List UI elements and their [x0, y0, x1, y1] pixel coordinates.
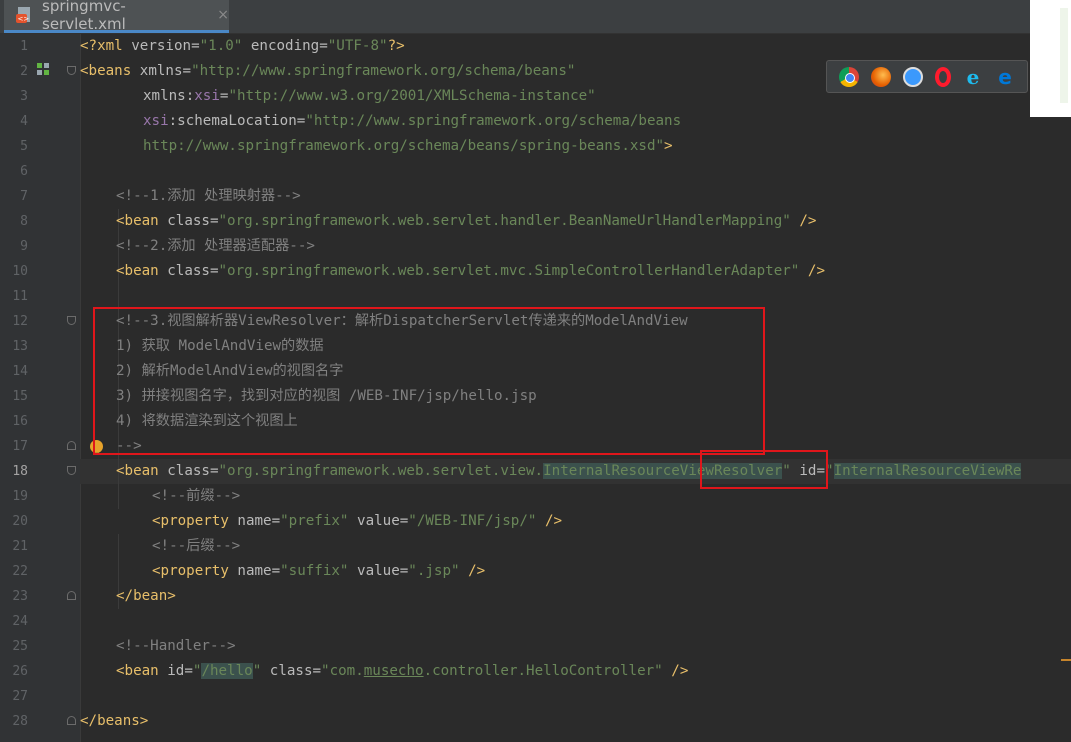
- line-number: 10: [12, 264, 28, 279]
- spring-bean-icon[interactable]: [36, 62, 50, 76]
- line-number: 6: [20, 164, 28, 179]
- line-number: 4: [20, 114, 28, 129]
- code-line-5: http://www.springframework.org/schema/be…: [143, 138, 673, 154]
- line-number: 8: [20, 214, 28, 229]
- code-line-1: <?xml version="1.0" encoding="UTF-8"?>: [80, 38, 405, 54]
- code-line-8: <bean class="org.springframework.web.ser…: [116, 213, 817, 229]
- xml-file-icon: <>: [16, 6, 34, 24]
- code-line-2: <beans xmlns="http://www.springframework…: [80, 63, 576, 79]
- code-line-20: <property name="prefix" value="/WEB-INF/…: [152, 513, 563, 529]
- line-number: 14: [12, 364, 28, 379]
- code-line-4: xsi:schemaLocation="http://www.springfra…: [143, 113, 682, 129]
- safari-icon[interactable]: [903, 66, 923, 87]
- annotation-box-comment: [93, 307, 765, 455]
- line-number: 17: [12, 439, 28, 454]
- code-line-18: <bean class="org.springframework.web.ser…: [116, 463, 1022, 479]
- line-number: 23: [12, 589, 28, 604]
- firefox-icon[interactable]: [871, 66, 891, 87]
- code-line-9: <!--2.添加 处理器适配器-->: [116, 238, 315, 254]
- line-number: 28: [12, 714, 28, 729]
- code-line-10: <bean class="org.springframework.web.ser…: [116, 263, 825, 279]
- annotation-box-viewresolver: [700, 450, 828, 489]
- line-number: 20: [12, 514, 28, 529]
- line-gutter: 1 2 3 4 5 6 7 8 9 10 11 12 13 14 15 16 17 18 19 20 21 22 23 24 2…: [0, 34, 81, 742]
- code-line-23: </bean>: [116, 588, 176, 604]
- line-number: 7: [20, 189, 28, 204]
- fold-toggle-icon[interactable]: [67, 66, 76, 75]
- line-number: 11: [12, 289, 28, 304]
- fold-toggle-icon[interactable]: [67, 591, 76, 600]
- code-line-21: <!--后缀-->: [152, 538, 241, 554]
- close-icon[interactable]: ×: [217, 7, 229, 23]
- line-number: 5: [20, 139, 28, 154]
- fold-toggle-icon[interactable]: [67, 466, 76, 475]
- line-number: 21: [12, 539, 28, 554]
- tab-title: springmvc-servlet.xml: [42, 0, 126, 33]
- line-number: 13: [12, 339, 28, 354]
- line-number: 15: [12, 389, 28, 404]
- svg-text:<>: <>: [18, 15, 30, 23]
- opera-icon[interactable]: [935, 66, 951, 87]
- line-number: 12: [12, 314, 28, 329]
- ie-icon[interactable]: e: [963, 67, 983, 87]
- line-number: 2: [20, 64, 28, 79]
- fold-toggle-icon[interactable]: [67, 316, 76, 325]
- code-line-19: <!--前缀-->: [152, 488, 241, 504]
- line-number: 9: [20, 239, 28, 254]
- fold-toggle-icon[interactable]: [67, 716, 76, 725]
- code-line-7: <!--1.添加 处理映射器-->: [116, 188, 301, 204]
- line-number: 3: [20, 89, 28, 104]
- edge-icon[interactable]: e: [995, 67, 1015, 87]
- line-number: 26: [12, 664, 28, 679]
- code-line-3: xmlns:xsi="http://www.w3.org/2001/XMLSch…: [143, 88, 596, 104]
- line-number: 22: [12, 564, 28, 579]
- fold-toggle-icon[interactable]: [67, 441, 76, 450]
- chrome-icon[interactable]: [839, 66, 859, 87]
- editor-tab-bar: <> springmvc-servlet.xml ×: [0, 0, 1030, 34]
- line-number: 16: [12, 414, 28, 429]
- code-line-22: <property name="suffix" value=".jsp" />: [152, 563, 486, 579]
- error-stripe-marker[interactable]: [1061, 659, 1071, 661]
- code-line-26: <bean id="/hello" class="com.musecho.con…: [116, 663, 689, 679]
- open-in-browser-popup: e e: [826, 60, 1028, 93]
- file-tab[interactable]: <> springmvc-servlet.xml ×: [4, 0, 229, 33]
- line-number: 18: [12, 464, 28, 479]
- line-number: 19: [12, 489, 28, 504]
- line-number: 1: [20, 39, 28, 54]
- code-line-25: <!--Handler-->: [116, 638, 236, 654]
- line-number: 25: [12, 639, 28, 654]
- line-number: 27: [12, 689, 28, 704]
- code-line-28: </beans>: [80, 713, 149, 729]
- line-number: 24: [12, 614, 28, 629]
